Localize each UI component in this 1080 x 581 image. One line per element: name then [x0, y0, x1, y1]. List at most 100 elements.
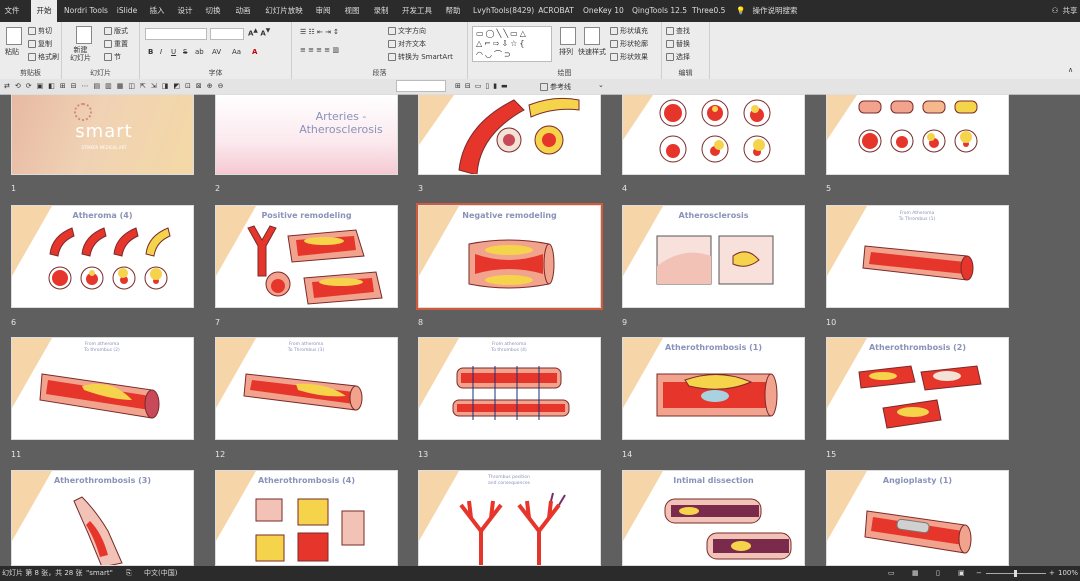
collapse-ribbon-icon[interactable]: ∧	[1068, 66, 1073, 74]
shape-effects-button[interactable]: 形状效果	[610, 52, 648, 62]
tab-slideshow[interactable]: 幻灯片放映	[263, 0, 305, 22]
tab-transitions[interactable]: 切换	[203, 0, 223, 22]
change-case-button[interactable]: Aa	[232, 48, 241, 56]
new-slide-button[interactable]: 新建 幻灯片	[70, 46, 91, 62]
zoom-in-button[interactable]: +	[1049, 566, 1055, 581]
share-button[interactable]: 共享	[1062, 0, 1078, 22]
section-button[interactable]: 节	[104, 52, 121, 62]
bold-button[interactable]: B	[148, 48, 153, 56]
shape-fill-button[interactable]: 形状填充	[610, 26, 648, 36]
font-family-select[interactable]	[145, 28, 207, 40]
tab-record[interactable]: 录制	[371, 0, 391, 22]
align-buttons[interactable]: ≡ ≡ ≡ ≡ ▥	[300, 46, 339, 54]
tab-developer[interactable]: 开发工具	[400, 0, 434, 22]
italic-button[interactable]: I	[160, 48, 162, 56]
tab-design[interactable]: 设计	[175, 0, 195, 22]
select-button[interactable]: 选择	[666, 52, 690, 62]
user-icon: ⚇	[1051, 6, 1059, 15]
reference-line-toggle[interactable]: 参考线	[540, 82, 571, 92]
slide-thumbnail-20[interactable]: Angioplasty (1)	[826, 470, 1009, 566]
slide-thumbnail-18[interactable]: Thrombus position and consequences	[418, 470, 601, 566]
tab-onekey[interactable]: OneKey 10	[583, 0, 624, 22]
zoom-select[interactable]	[396, 80, 446, 92]
strikethrough-button[interactable]: S	[183, 48, 187, 56]
slide-thumbnail-8[interactable]: Negative remodeling	[416, 203, 603, 310]
spellcheck-icon[interactable]: ⎘	[126, 566, 132, 581]
tab-lvyhtools[interactable]: LvyhTools(8429)	[473, 0, 534, 22]
quick-access-icons[interactable]: ⇄⟲⟳▣◧⊞⊟⋯▤▥▦◫⇱⇲◨◩⊡⊠⊕⊖	[4, 82, 228, 90]
slide-thumbnail-10[interactable]: From Atheroma To Thrombus (1)	[826, 205, 1009, 308]
slide-thumbnail-13[interactable]: From atheroma To thrombus (4)	[418, 337, 601, 440]
tab-home[interactable]: 开始	[31, 0, 57, 22]
text-direction-button[interactable]: 文字方向	[388, 26, 426, 36]
slide-thumbnail-16[interactable]: Atherothrombosis (3)	[11, 470, 194, 566]
format-painter-button[interactable]: 格式刷	[28, 52, 59, 62]
normal-view-icon[interactable]: ▭	[888, 566, 895, 581]
increase-font-button[interactable]: A▲ A▼	[248, 28, 270, 37]
slide-sorter-view-icon[interactable]: ▦	[912, 566, 919, 581]
tab-three[interactable]: Three0.5	[692, 0, 725, 22]
find-button[interactable]: 查找	[666, 26, 690, 36]
slide-thumbnail-15[interactable]: Atherothrombosis (2)	[826, 337, 1009, 440]
arrange-icon[interactable]	[560, 27, 576, 45]
slide-thumbnail-11[interactable]: From atheroma To thrombus (2)	[11, 337, 194, 440]
tab-review[interactable]: 审阅	[313, 0, 333, 22]
paste-button[interactable]: 粘贴	[5, 47, 19, 57]
shapes-gallery[interactable]: ▭◯╲╲▭△ △⌐⇨⇩☆{ ◠◡⌒⊃	[472, 26, 552, 62]
slide-thumbnail-3[interactable]	[418, 94, 601, 175]
tell-me-search[interactable]: 操作说明搜索	[750, 0, 800, 22]
reading-view-icon[interactable]: ▯	[936, 566, 940, 581]
slide-thumbnail-5[interactable]	[826, 94, 1009, 175]
slide-thumbnail-14[interactable]: Atherothrombosis (1)	[622, 337, 805, 440]
slideshow-view-icon[interactable]: ▣	[958, 566, 965, 581]
zoom-slider-thumb[interactable]	[1014, 570, 1017, 577]
copy-button[interactable]: 复制	[28, 39, 52, 49]
shape-outline-button[interactable]: 形状轮廓	[610, 39, 648, 49]
slide-number: 1	[11, 184, 17, 193]
tab-acrobat[interactable]: ACROBAT	[538, 0, 574, 22]
layout-button[interactable]: 版式	[104, 26, 128, 36]
slide-thumbnail-19[interactable]: Intimal dissection	[622, 470, 805, 566]
font-color-button[interactable]: A	[252, 48, 257, 56]
slide-thumbnail-4[interactable]	[622, 94, 805, 175]
quick-styles-button[interactable]: 快速样式	[578, 47, 606, 57]
slide-thumbnail-7[interactable]: Positive remodeling	[215, 205, 398, 308]
slide-thumbnail-12[interactable]: From atheroma To Thrombus (3)	[215, 337, 398, 440]
arrange-button[interactable]: 排列	[559, 47, 573, 57]
quick-styles-icon[interactable]	[584, 27, 600, 45]
bullets-button[interactable]: ☰ ☷ ⇤ ⇥ ↕	[300, 28, 339, 36]
align-text-button[interactable]: 对齐文本	[388, 39, 426, 49]
zoom-slider[interactable]	[986, 570, 1046, 577]
copy-label: 复制	[38, 40, 52, 48]
spacing-button[interactable]: AV	[212, 48, 221, 56]
reset-button[interactable]: 重置	[104, 39, 128, 49]
slide-thumbnail-1[interactable]: smart STRIKER MEDICAL ART	[11, 94, 194, 175]
replace-button[interactable]: 替换	[666, 39, 690, 49]
tab-islide[interactable]: iSlide	[115, 0, 139, 22]
customize-qa-icon[interactable]: ⌄	[598, 81, 604, 89]
font-size-select[interactable]	[210, 28, 244, 40]
tab-view[interactable]: 视图	[342, 0, 362, 22]
language-status[interactable]: 中文(中国)	[144, 566, 177, 581]
tab-file[interactable]: 文件	[2, 0, 22, 22]
section-label: 节	[114, 53, 121, 61]
cut-button[interactable]: 剪切	[28, 26, 52, 36]
align-tools-icons[interactable]: ⊞⊟▭▯▮▬	[455, 82, 512, 90]
slide-thumbnail-2[interactable]: Arteries - Atherosclerosis	[215, 94, 398, 175]
slide-number: 6	[11, 318, 17, 327]
slide-thumbnail-9[interactable]: Atherosclerosis	[622, 205, 805, 308]
tab-nordri-tools[interactable]: Nordri Tools	[63, 0, 109, 22]
new-slide-icon[interactable]	[76, 26, 92, 44]
tab-qingtools[interactable]: QingTools 12.5	[632, 0, 687, 22]
paste-icon[interactable]	[6, 27, 22, 45]
shadow-button[interactable]: ab	[195, 48, 204, 56]
slide-thumbnail-17[interactable]: Atherothrombosis (4)	[215, 470, 398, 566]
smartart-button[interactable]: 转换为 SmartArt	[388, 52, 453, 62]
underline-button[interactable]: U	[171, 48, 176, 56]
tab-animations[interactable]: 动画	[232, 0, 254, 22]
tab-insert[interactable]: 插入	[147, 0, 167, 22]
tab-help[interactable]: 帮助	[443, 0, 463, 22]
zoom-level[interactable]: 100%	[1058, 566, 1078, 581]
zoom-out-button[interactable]: −	[976, 566, 982, 581]
slide-thumbnail-6[interactable]: Atheroma (4)	[11, 205, 194, 308]
